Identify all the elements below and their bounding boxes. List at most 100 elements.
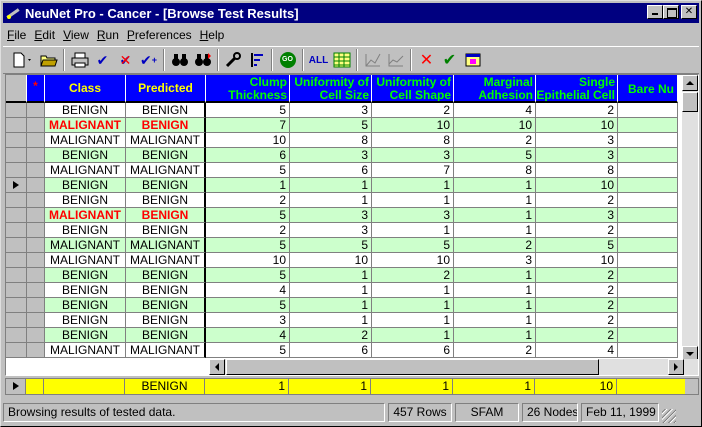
row-indicator[interactable]	[6, 223, 27, 238]
scroll-right-button[interactable]	[668, 359, 684, 375]
cell-shape-cell[interactable]: 1	[372, 298, 454, 313]
clump-thickness-cell[interactable]: 1	[206, 178, 290, 193]
marginal-adhesion-cell[interactable]: 1	[454, 328, 536, 343]
clump-thickness-cell[interactable]: 2	[206, 193, 290, 208]
table-row[interactable]: BENIGN BENIGN 4 2 1 1 2	[6, 328, 678, 343]
go-button[interactable]: GO	[276, 49, 299, 71]
header-bare-nuclei[interactable]: Bare Nu	[618, 75, 678, 103]
table-row[interactable]: BENIGN BENIGN 5 1 2 1 2	[6, 268, 678, 283]
grid-icon[interactable]	[330, 49, 353, 71]
bare-nuclei-cell[interactable]	[618, 328, 678, 343]
class-cell[interactable]: BENIGN	[45, 103, 126, 118]
row-indicator[interactable]	[6, 283, 27, 298]
header-class[interactable]: Class	[45, 75, 126, 103]
bare-nuclei-cell[interactable]	[618, 253, 678, 268]
epithelial-cell[interactable]: 3	[536, 148, 618, 163]
class-cell[interactable]: MALIGNANT	[45, 118, 126, 133]
marginal-adhesion-cell[interactable]: 1	[454, 268, 536, 283]
class-cell[interactable]: BENIGN	[45, 283, 126, 298]
predicted-cell[interactable]: MALIGNANT	[126, 238, 206, 253]
header-uniformity-cell-shape[interactable]: Uniformity of Cell Shape	[372, 75, 454, 103]
header-single-epithelial[interactable]: Single Epithelial Cell	[536, 75, 618, 103]
cell-size-cell[interactable]: 1	[290, 193, 372, 208]
marginal-adhesion-cell[interactable]: 2	[454, 133, 536, 148]
class-cell[interactable]: BENIGN	[45, 313, 126, 328]
table-row[interactable]: BENIGN BENIGN 6 3 3 5 3	[6, 148, 678, 163]
predicted-cell[interactable]: BENIGN	[126, 178, 206, 193]
class-cell[interactable]: BENIGN	[45, 328, 126, 343]
table-row[interactable]: MALIGNANT BENIGN 5 3 3 1 3	[6, 208, 678, 223]
cell-shape-cell[interactable]: 8	[372, 133, 454, 148]
cell-shape-cell[interactable]: 1	[372, 328, 454, 343]
clump-thickness-cell[interactable]: 4	[206, 328, 290, 343]
cell-size-cell[interactable]: 3	[290, 103, 372, 118]
cell-size-cell[interactable]: 3	[290, 223, 372, 238]
cell-size-cell[interactable]: 1	[290, 283, 372, 298]
predicted-cell[interactable]: BENIGN	[126, 298, 206, 313]
row-indicator[interactable]	[6, 343, 27, 358]
marginal-adhesion-cell[interactable]: 2	[454, 343, 536, 358]
predicted-cell[interactable]: MALIGNANT	[126, 343, 206, 358]
menu-edit[interactable]: Edit	[30, 28, 59, 42]
table-row[interactable]: MALIGNANT MALIGNANT 5 5 5 2 5	[6, 238, 678, 253]
header-predicted[interactable]: Predicted	[126, 75, 206, 103]
cell-shape-cell[interactable]: 3	[372, 208, 454, 223]
check-icon[interactable]: ✔	[91, 49, 114, 71]
cell-size-cell[interactable]: 8	[290, 133, 372, 148]
table-row[interactable]: BENIGN BENIGN 5 3 2 4 2	[6, 103, 678, 118]
marginal-adhesion-cell[interactable]: 5	[454, 148, 536, 163]
table-row[interactable]: BENIGN BENIGN 2 3 1 1 2	[6, 223, 678, 238]
marginal-adhesion-cell[interactable]: 1	[454, 223, 536, 238]
cell-shape-cell[interactable]: 1	[372, 223, 454, 238]
footer-bare-nuclei[interactable]	[617, 379, 685, 394]
clump-thickness-cell[interactable]: 5	[206, 163, 290, 178]
cell-shape-cell[interactable]: 2	[372, 103, 454, 118]
epithelial-cell[interactable]: 10	[536, 253, 618, 268]
epithelial-cell[interactable]: 2	[536, 298, 618, 313]
close-button[interactable]: ✕	[681, 5, 697, 19]
epithelial-cell[interactable]: 3	[536, 208, 618, 223]
cell-shape-cell[interactable]: 10	[372, 253, 454, 268]
cell-shape-cell[interactable]: 2	[372, 268, 454, 283]
predicted-cell[interactable]: BENIGN	[126, 313, 206, 328]
predicted-cell[interactable]: MALIGNANT	[126, 163, 206, 178]
menu-view[interactable]: View	[59, 28, 93, 42]
class-cell[interactable]: BENIGN	[45, 148, 126, 163]
cell-shape-cell[interactable]: 5	[372, 238, 454, 253]
footer-marginal-adhesion[interactable]: 1	[453, 379, 535, 394]
menu-file[interactable]: File	[3, 28, 30, 42]
row-indicator[interactable]	[6, 178, 27, 193]
table-row[interactable]: BENIGN BENIGN 1 1 1 1 10	[6, 178, 678, 193]
clump-thickness-cell[interactable]: 5	[206, 268, 290, 283]
class-cell[interactable]: BENIGN	[45, 178, 126, 193]
class-cell[interactable]: MALIGNANT	[45, 133, 126, 148]
row-indicator[interactable]	[6, 253, 27, 268]
epithelial-cell[interactable]: 2	[536, 283, 618, 298]
class-cell[interactable]: MALIGNANT	[45, 163, 126, 178]
clump-thickness-cell[interactable]: 4	[206, 283, 290, 298]
class-cell[interactable]: BENIGN	[45, 223, 126, 238]
bare-nuclei-cell[interactable]	[618, 313, 678, 328]
epithelial-cell[interactable]: 2	[536, 328, 618, 343]
table-row[interactable]: BENIGN BENIGN 5 1 1 1 2	[6, 298, 678, 313]
class-cell[interactable]: MALIGNANT	[45, 238, 126, 253]
row-indicator[interactable]	[6, 148, 27, 163]
epithelial-cell[interactable]: 2	[536, 268, 618, 283]
predicted-cell[interactable]: BENIGN	[126, 328, 206, 343]
marginal-adhesion-cell[interactable]: 2	[454, 238, 536, 253]
cell-size-cell[interactable]: 1	[290, 298, 372, 313]
row-indicator[interactable]	[6, 208, 27, 223]
footer-uniformity-cell-shape[interactable]: 1	[371, 379, 453, 394]
marginal-adhesion-cell[interactable]: 1	[454, 193, 536, 208]
marginal-adhesion-cell[interactable]: 8	[454, 163, 536, 178]
cell-size-cell[interactable]: 5	[290, 238, 372, 253]
cell-size-cell[interactable]: 3	[290, 148, 372, 163]
table-row[interactable]: MALIGNANT BENIGN 7 5 10 10 10	[6, 118, 678, 133]
bare-nuclei-cell[interactable]	[618, 103, 678, 118]
horizontal-scroll-thumb[interactable]	[226, 359, 599, 375]
clump-thickness-cell[interactable]: 10	[206, 253, 290, 268]
cell-size-cell[interactable]: 10	[290, 253, 372, 268]
cell-shape-cell[interactable]: 6	[372, 343, 454, 358]
row-indicator[interactable]	[6, 193, 27, 208]
sort-icon[interactable]	[245, 49, 268, 71]
